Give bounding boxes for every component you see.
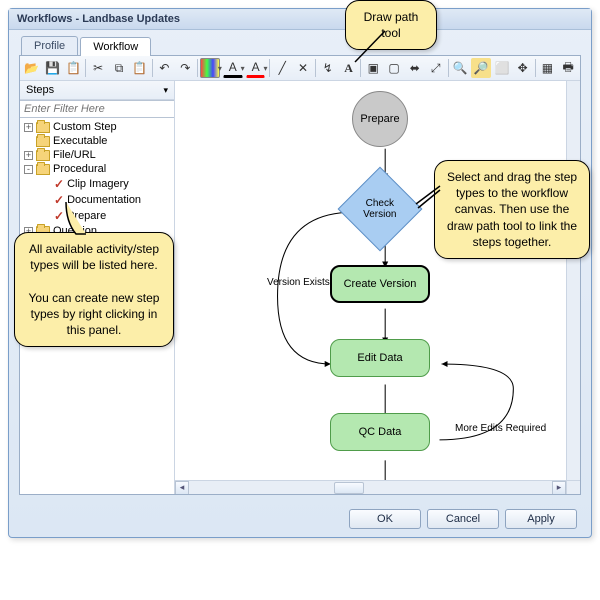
tree-item[interactable]: ✓Clip Imagery [20,176,174,192]
toolbar-separator [360,59,361,77]
copy-icon[interactable]: ⧉ [109,58,129,78]
redo-icon[interactable]: ↷ [175,58,195,78]
scrollbar-vertical[interactable] [566,81,580,480]
check-icon: ✓ [54,209,64,223]
tab-workflow[interactable]: Workflow [80,37,151,56]
callout-sidebar: All available activity/step types will b… [14,232,174,347]
tree-item[interactable]: ✓Documentation [20,192,174,208]
tree-item[interactable]: ✓Prepare [20,208,174,224]
toolbar-separator [448,59,449,77]
open-icon[interactable]: 📂 [22,58,42,78]
tree-item[interactable]: + File/URL [20,148,174,162]
tree-item-label: Documentation [67,194,141,206]
sidebar-title: Steps [26,84,54,96]
ok-button[interactable]: OK [349,509,421,529]
fit-icon[interactable]: ⤢ [426,58,446,78]
scrollbar-corner [566,480,580,494]
tree-item[interactable]: + Custom Step [20,120,174,134]
tab-profile[interactable]: Profile [21,36,78,55]
toolbar-separator [85,59,86,77]
snapshot-icon[interactable]: ▦ [538,58,558,78]
chevron-down-icon[interactable]: ▾ [163,85,168,96]
align-icon[interactable]: ⬌ [405,58,425,78]
tree-item[interactable]: Executable [20,134,174,148]
line-icon[interactable]: ╱ [272,58,292,78]
check-icon: ✓ [54,177,64,191]
delete-icon[interactable]: ✕ [293,58,313,78]
toolbar-separator [315,59,316,77]
print-icon[interactable]: 🖶 [558,58,578,78]
button-bar: OK Cancel Apply [9,501,591,537]
zoomfit-icon[interactable]: ⬜ [492,58,512,78]
paste2-icon[interactable]: 📋 [130,58,150,78]
node-qc-data[interactable]: QC Data [330,413,430,451]
scroll-left-icon[interactable]: ◂ [175,481,189,495]
text-icon[interactable]: A [339,58,359,78]
callout-canvas: Select and drag the step types to the wo… [434,160,590,259]
tree-item-label: Custom Step [53,121,117,133]
tree-item[interactable]: - Procedural [20,162,174,176]
sidebar-header: Steps ▾ [20,81,174,100]
folder-icon [36,150,50,161]
scrollbar-horizontal[interactable]: ◂ ▸ [175,480,566,494]
filter-input[interactable] [20,100,174,118]
node-check-version[interactable]: Check Version [338,167,423,252]
apply-button[interactable]: Apply [505,509,577,529]
send-back-icon[interactable]: ▢ [384,58,404,78]
zoomout-icon[interactable]: 🔎 [471,58,491,78]
edge-label-version-exists: Version Exists [267,277,330,288]
toolbar-separator [535,59,536,77]
folder-icon [36,164,50,175]
toolbar: 📂 💾 📋 ✂ ⧉ 📋 ↶ ↷ ▾ A▾ A▾ ╱ ✕ ↯ A ▣ ▢ ⬌ ⤢ [20,56,580,81]
folder-icon [36,122,50,133]
collapse-icon[interactable]: - [24,165,33,174]
node-prepare[interactable]: Prepare [352,91,408,147]
cancel-button[interactable]: Cancel [427,509,499,529]
tab-row: Profile Workflow [9,30,591,55]
check-icon: ✓ [54,193,64,207]
save-icon[interactable]: 💾 [43,58,63,78]
node-edit-data[interactable]: Edit Data [330,339,430,377]
tree-item-label: Clip Imagery [67,178,129,190]
window-title: Workflows - Landbase Updates [9,9,591,30]
toolbar-separator [152,59,153,77]
zoomin-icon[interactable]: 🔍 [450,58,470,78]
tree-item-label: Executable [53,135,107,147]
paste-icon[interactable]: 📋 [64,58,84,78]
tree-item-label: Procedural [53,163,106,175]
toolbar-separator [197,59,198,77]
toolbar-separator [269,59,270,77]
scroll-thumb-h[interactable] [334,482,364,494]
callout-drawpath: Draw path tool [345,0,437,50]
drawpath-icon[interactable]: ↯ [318,58,338,78]
scroll-right-icon[interactable]: ▸ [552,481,566,495]
workflow-canvas[interactable]: Prepare Check Version Create Version Edi… [175,81,580,494]
tree-item-label: File/URL [53,149,96,161]
pan-icon[interactable]: ✥ [513,58,533,78]
tree-item-label: Prepare [67,210,106,222]
undo-icon[interactable]: ↶ [155,58,175,78]
edge-label-more-edits: More Edits Required [455,423,546,434]
node-create-version[interactable]: Create Version [330,265,430,303]
folder-icon [36,136,50,147]
expand-icon[interactable]: + [24,123,33,132]
cut-icon[interactable]: ✂ [88,58,108,78]
bring-front-icon[interactable]: ▣ [363,58,383,78]
expand-icon[interactable]: + [24,151,33,160]
canvas-wrap: Prepare Check Version Create Version Edi… [175,81,580,494]
